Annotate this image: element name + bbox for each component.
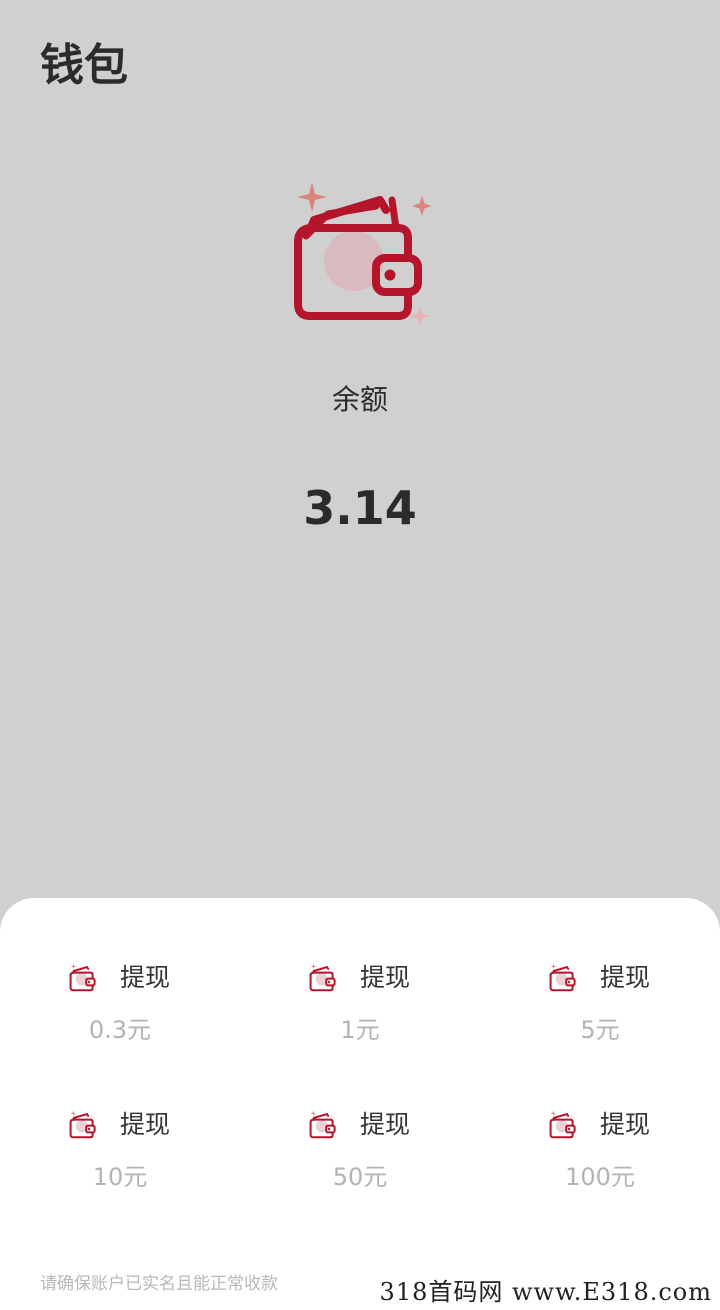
withdraw-option-amount: 50元	[332, 1163, 388, 1191]
wallet-icon	[69, 963, 96, 992]
withdraw-option-label: 提现	[360, 1110, 411, 1139]
withdraw-option-1[interactable]: 提现 1元	[240, 956, 480, 1103]
withdraw-option-label: 提现	[360, 963, 411, 992]
withdraw-option-head: 提现	[66, 1107, 170, 1143]
withdraw-option-amount: 100元	[565, 1163, 635, 1191]
withdraw-option-amount: 10元	[92, 1163, 148, 1191]
withdraw-option-amount: 1元	[340, 1016, 380, 1044]
withdraw-option-label: 提现	[120, 963, 171, 992]
wallet-icon	[309, 963, 336, 992]
withdraw-option-amount: 5元	[580, 1016, 620, 1044]
withdraw-option-5[interactable]: 提现 100元	[480, 1103, 720, 1250]
withdraw-notice: 请确保账户已实名且能正常收款	[40, 1274, 278, 1294]
wallet-icon	[69, 1110, 96, 1139]
wallet-icon	[549, 963, 576, 992]
withdraw-option-head: 提现	[66, 960, 170, 996]
withdraw-option-2[interactable]: 提现 5元	[480, 956, 720, 1103]
withdraw-option-head: 提现	[546, 1107, 650, 1143]
withdraw-option-3[interactable]: 提现 10元	[0, 1103, 240, 1250]
wallet-icon	[294, 182, 432, 326]
withdraw-option-4[interactable]: 提现 50元	[240, 1103, 480, 1250]
withdraw-option-0[interactable]: 提现 0.3元	[0, 956, 240, 1103]
withdraw-option-amount: 0.3元	[88, 1016, 152, 1044]
withdraw-option-head: 提现	[306, 960, 410, 996]
withdraw-option-label: 提现	[600, 1110, 651, 1139]
withdraw-option-label: 提现	[120, 1110, 171, 1139]
wallet-icon	[549, 1110, 576, 1139]
withdraw-option-head: 提现	[306, 1107, 410, 1143]
wallet-icon	[309, 1110, 336, 1139]
withdraw-option-head: 提现	[546, 960, 650, 996]
watermark: 318首码网 www.E318.com	[379, 1278, 712, 1306]
withdraw-options: 提现 0.3元 提现 1元 提现 5元 提现 10元 提现 50元 提现 100…	[0, 956, 720, 1250]
page-title: 钱包	[40, 40, 128, 91]
withdraw-panel: 提现 0.3元 提现 1元 提现 5元 提现 10元 提现 50元 提现 100…	[0, 898, 720, 1310]
withdraw-option-label: 提现	[600, 963, 651, 992]
balance-label: 余额	[331, 383, 388, 416]
balance-amount: 3.14	[303, 481, 417, 535]
